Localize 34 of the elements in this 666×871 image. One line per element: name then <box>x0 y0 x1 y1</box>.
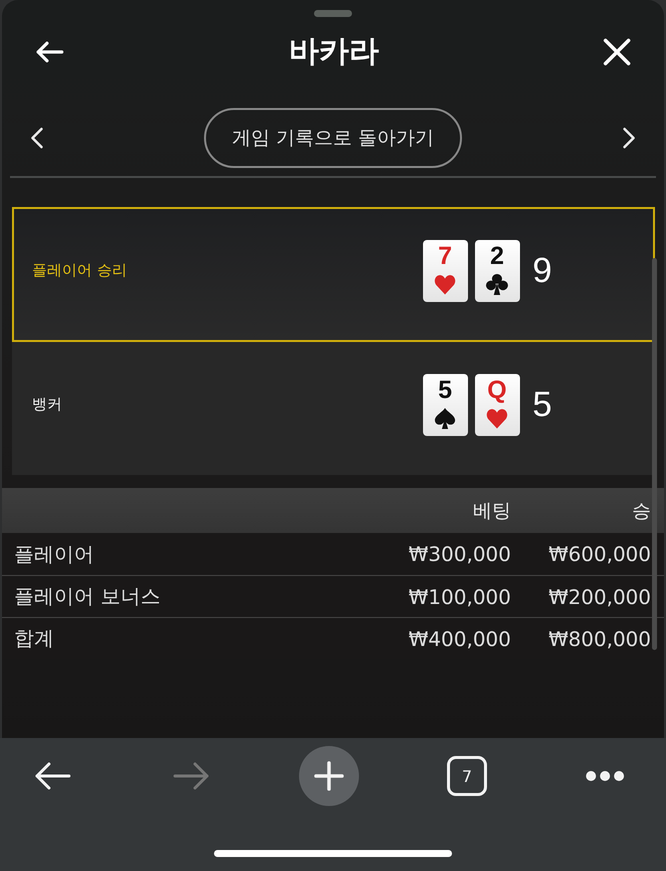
table-cell-text: ₩200,000 <box>548 584 651 608</box>
table-cell-text: ₩400,000 <box>408 626 511 650</box>
card-rank: Q <box>487 376 507 404</box>
plus-icon <box>314 761 344 791</box>
hand-score: 9 <box>532 253 552 288</box>
tab-count-button[interactable]: 7 <box>447 756 487 796</box>
chevron-left-icon[interactable] <box>30 127 44 149</box>
club-icon <box>486 274 508 294</box>
drag-handle[interactable] <box>314 10 352 17</box>
card-rank: 5 <box>438 376 452 404</box>
table-cell-text: 플레이어 <box>14 540 95 568</box>
table-cell-text: ₩300,000 <box>408 542 511 566</box>
table-cell-text: ₩800,000 <box>548 626 651 650</box>
column-header: 승 <box>631 498 651 524</box>
back-icon[interactable] <box>35 40 65 64</box>
table-cell-text: 플레이어 보너스 <box>14 583 162 610</box>
hand-score: 5 <box>532 387 552 422</box>
hand-label: 뱅커 <box>32 395 63 414</box>
sheet-title: 바카라 <box>289 34 379 70</box>
back-to-history-button[interactable]: 게임 기록으로 돌아가기 <box>204 108 462 168</box>
table-cell-text: 합계 <box>14 625 55 652</box>
chevron-right-icon[interactable] <box>622 127 636 149</box>
back-arrow-icon[interactable] <box>34 761 72 791</box>
column-header: 베팅 <box>472 498 511 524</box>
table-cell-text: ₩100,000 <box>408 584 511 608</box>
more-icon[interactable] <box>586 771 624 781</box>
table-cell-text: ₩600,000 <box>548 542 651 566</box>
heart-icon <box>434 274 456 294</box>
heart-icon <box>486 408 508 428</box>
hand-label: 플레이어 승리 <box>32 261 128 280</box>
spade-icon <box>434 408 456 428</box>
close-icon[interactable] <box>603 38 631 66</box>
card-rank: 2 <box>490 242 504 270</box>
card-rank: 7 <box>438 242 452 270</box>
